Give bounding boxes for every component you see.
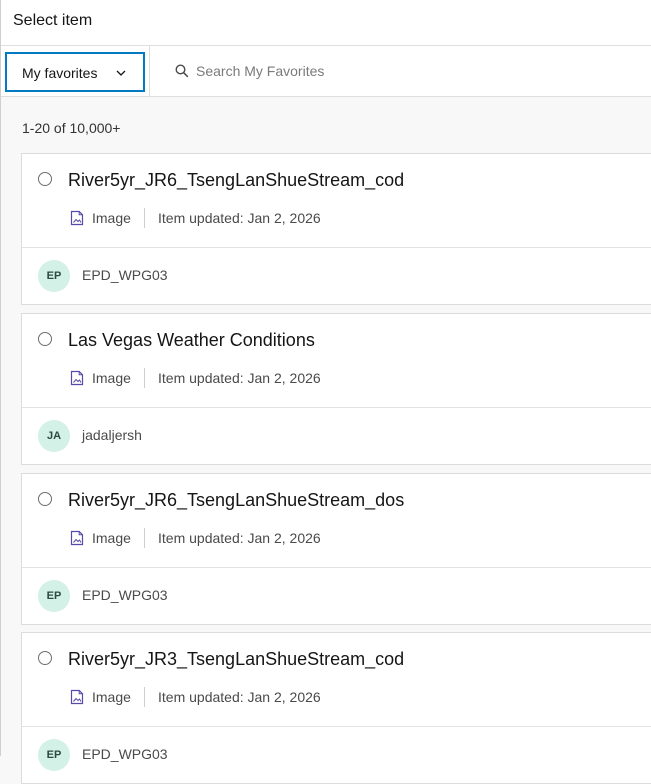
meta-divider: [144, 687, 145, 707]
image-icon: [70, 370, 84, 386]
card-divider: [22, 726, 651, 727]
image-icon: [70, 210, 84, 226]
image-icon: [70, 689, 84, 705]
toolbar: My favorites: [0, 46, 651, 97]
item-title: River5yr_JR3_TsengLanShueStream_cod: [68, 649, 405, 669]
meta-divider: [144, 208, 145, 228]
left-border: [0, 0, 1, 756]
item-card[interactable]: Las Vegas Weather Conditions Image Item …: [21, 313, 651, 465]
toolbar-divider: [149, 46, 150, 96]
item-title: River5yr_JR6_TsengLanShueStream_cod: [68, 170, 405, 190]
item-updated: Item updated: Jan 2, 2026: [158, 530, 321, 546]
item-card[interactable]: River5yr_JR6_TsengLanShueStream_cod Imag…: [21, 153, 651, 305]
avatar: EP: [38, 580, 70, 612]
avatar: EP: [38, 260, 70, 292]
select-radio[interactable]: [38, 172, 52, 186]
dropdown-label: My favorites: [22, 65, 98, 81]
card-divider: [22, 407, 651, 408]
item-type: Image: [92, 689, 131, 705]
result-count: 1-20 of 10,000+: [22, 120, 121, 136]
item-type: Image: [92, 530, 131, 546]
card-divider: [22, 247, 651, 248]
item-title: River5yr_JR6_TsengLanShueStream_dos: [68, 490, 405, 510]
search-input[interactable]: [196, 59, 636, 83]
image-icon: [70, 530, 84, 546]
card-divider: [22, 567, 651, 568]
meta-divider: [144, 528, 145, 548]
select-radio[interactable]: [38, 651, 52, 665]
item-owner: jadaljersh: [82, 427, 142, 443]
item-updated: Item updated: Jan 2, 2026: [158, 689, 321, 705]
search-icon: [175, 64, 189, 78]
select-radio[interactable]: [38, 332, 52, 346]
item-card[interactable]: River5yr_JR3_TsengLanShueStream_cod Imag…: [21, 632, 651, 784]
meta-divider: [144, 368, 145, 388]
item-type: Image: [92, 210, 131, 226]
select-radio[interactable]: [38, 492, 52, 506]
favorites-dropdown[interactable]: My favorites: [5, 52, 145, 92]
item-updated: Item updated: Jan 2, 2026: [158, 210, 321, 226]
item-updated: Item updated: Jan 2, 2026: [158, 370, 321, 386]
dialog-header: Select item: [0, 0, 651, 46]
item-type: Image: [92, 370, 131, 386]
chevron-down-icon: [116, 70, 126, 76]
dialog-title: Select item: [13, 12, 93, 29]
item-owner: EPD_WPG03: [82, 267, 168, 283]
item-card[interactable]: River5yr_JR6_TsengLanShueStream_dos Imag…: [21, 473, 651, 625]
avatar: EP: [38, 739, 70, 771]
avatar: JA: [38, 420, 70, 452]
item-owner: EPD_WPG03: [82, 746, 168, 762]
item-title: Las Vegas Weather Conditions: [68, 330, 315, 350]
item-owner: EPD_WPG03: [82, 587, 168, 603]
